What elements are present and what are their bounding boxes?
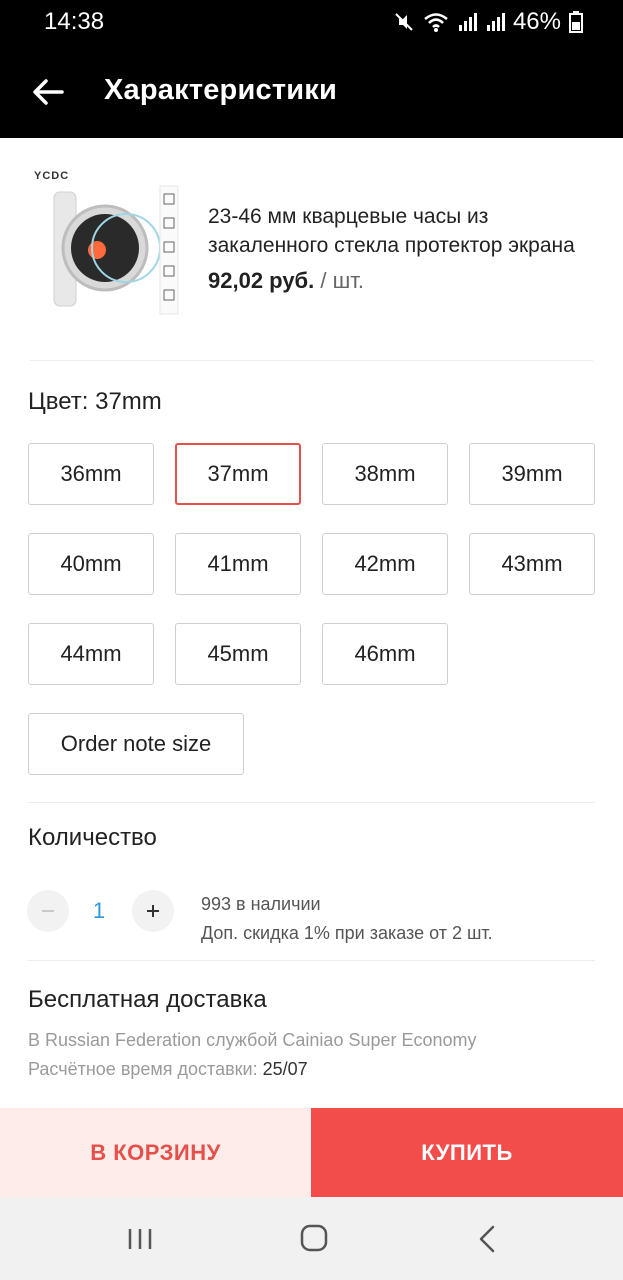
buy-now-button[interactable]: КУПИТЬ: [311, 1108, 623, 1197]
size-option-37mm[interactable]: 37mm: [175, 443, 301, 505]
size-option-36mm[interactable]: 36mm: [28, 443, 154, 505]
size-option-39mm[interactable]: 39mm: [469, 443, 595, 505]
signal-icon: [485, 11, 505, 33]
signal-icon: [457, 11, 477, 33]
quantity-increment-button[interactable]: [132, 890, 174, 932]
status-time: 14:38: [44, 8, 105, 35]
product-price: 92,02 руб.: [208, 268, 315, 293]
mute-icon: [393, 11, 415, 33]
size-option-40mm[interactable]: 40mm: [28, 533, 154, 595]
quantity-decrement-button[interactable]: [27, 890, 69, 932]
battery-percent: 46%: [512, 8, 561, 35]
product-title: 23-46 мм кварцевые часы из закаленного с…: [208, 205, 575, 257]
plus-icon: [147, 905, 159, 917]
back-icon[interactable]: [468, 1221, 508, 1257]
status-bar: 14:38 46%: [0, 0, 623, 44]
page-title: Характеристики: [104, 74, 338, 106]
status-icons: 46%: [393, 8, 583, 36]
size-option-46mm[interactable]: 46mm: [322, 623, 448, 685]
app-bar: Характеристики: [0, 44, 623, 138]
color-label: Цвет: 37mm: [28, 388, 162, 415]
shipping-title: Бесплатная доставка: [28, 986, 267, 1013]
quantity-value[interactable]: 1: [86, 898, 112, 924]
stock-count: 993 в наличии: [201, 894, 321, 914]
size-option-43mm[interactable]: 43mm: [469, 533, 595, 595]
add-to-cart-button[interactable]: В КОРЗИНУ: [0, 1108, 311, 1197]
divider: [28, 802, 595, 803]
shipping-method: В Russian Federation службой Cainiao Sup…: [28, 1030, 477, 1050]
battery-icon: [569, 11, 583, 33]
size-option-44mm[interactable]: 44mm: [28, 623, 154, 685]
price-unit: / шт.: [320, 268, 365, 293]
divider: [28, 960, 595, 961]
shipping-estimate-label: Расчётное время доставки:: [28, 1059, 263, 1079]
arrow-left-icon: [33, 79, 64, 105]
size-option-41mm[interactable]: 41mm: [175, 533, 301, 595]
system-nav-bar: [0, 1197, 623, 1280]
product-image: YCDC: [30, 166, 190, 326]
shipping-estimate: Расчётное время доставки: 25/07: [28, 1059, 308, 1080]
home-icon[interactable]: [294, 1221, 334, 1257]
recent-apps-icon[interactable]: [120, 1221, 160, 1257]
stock-info: 993 в наличии Доп. скидка 1% при заказе …: [201, 890, 493, 948]
price-row: 92,02 руб. / шт.: [208, 268, 364, 294]
quantity-label: Количество: [28, 824, 157, 851]
size-option-42mm[interactable]: 42mm: [322, 533, 448, 595]
brand-logo: YCDC: [34, 170, 70, 182]
shipping-date: 25/07: [262, 1059, 308, 1079]
product-summary: YCDC 23-46 мм кварцевые часы из закаленн…: [0, 138, 623, 360]
size-option-38mm[interactable]: 38mm: [322, 443, 448, 505]
size-option-45mm[interactable]: 45mm: [175, 623, 301, 685]
size-option-order-note[interactable]: Order note size: [28, 713, 244, 775]
wifi-icon: [423, 11, 449, 33]
bulk-discount: Доп. скидка 1% при заказе от 2 шт.: [201, 923, 493, 943]
minus-icon: [42, 910, 54, 912]
back-button[interactable]: [28, 72, 68, 112]
watch-image: [53, 185, 179, 315]
divider: [30, 360, 593, 361]
